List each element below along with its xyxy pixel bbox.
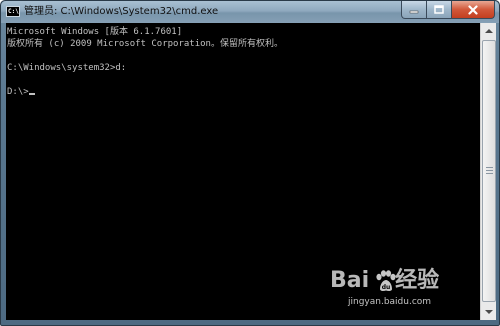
console-output[interactable]: Microsoft Windows [版本 6.1.7601] 版权所有 (c)… <box>6 23 480 320</box>
watermark-brand-left: Bai <box>330 268 370 293</box>
console-lines: Microsoft Windows [版本 6.1.7601] 版权所有 (c)… <box>7 26 283 98</box>
close-button[interactable] <box>452 1 495 19</box>
console-line: 版权所有 (c) 2009 Microsoft Corporation。保留所有… <box>7 39 283 49</box>
cmd-window: C:\ 管理员: C:\Windows\System32\cmd.exe Mic… <box>0 0 500 326</box>
maximize-icon <box>434 4 444 14</box>
console-prompt-line[interactable]: D:\> <box>7 86 283 98</box>
scroll-down-button[interactable] <box>481 304 497 320</box>
svg-text:du: du <box>382 284 391 291</box>
baidu-paw-icon: du <box>376 270 396 291</box>
vertical-scrollbar[interactable] <box>480 23 496 320</box>
scroll-up-button[interactable] <box>481 23 497 39</box>
scrollbar-thumb[interactable] <box>482 40 496 302</box>
title-bar[interactable]: C:\ 管理员: C:\Windows\System32\cmd.exe <box>1 1 499 23</box>
minimize-button[interactable] <box>401 1 427 19</box>
watermark-brand-right: 经验 <box>395 268 440 293</box>
console-line: Microsoft Windows [版本 6.1.7601] <box>7 27 183 37</box>
cmd-icon[interactable]: C:\ <box>6 6 20 17</box>
console-prompt: D:\> <box>7 87 29 97</box>
scrollbar-grip-icon <box>486 167 493 175</box>
baidu-jingyan-watermark: Bai 经验 du jingyan.baidu.com <box>330 268 450 310</box>
scroll-up-arrow-icon <box>485 29 493 33</box>
window-title: 管理员: C:\Windows\System32\cmd.exe <box>24 6 219 17</box>
cmd-icon-text: C:\ <box>8 8 19 15</box>
window-controls <box>401 1 495 19</box>
scroll-down-arrow-icon <box>485 310 493 314</box>
console-line: C:\Windows\system32>d: <box>7 63 127 73</box>
close-icon <box>468 4 478 15</box>
watermark-url: jingyan.baidu.com <box>348 297 432 307</box>
maximize-button[interactable] <box>427 1 452 19</box>
text-cursor <box>28 93 35 95</box>
minimize-icon <box>409 10 419 13</box>
